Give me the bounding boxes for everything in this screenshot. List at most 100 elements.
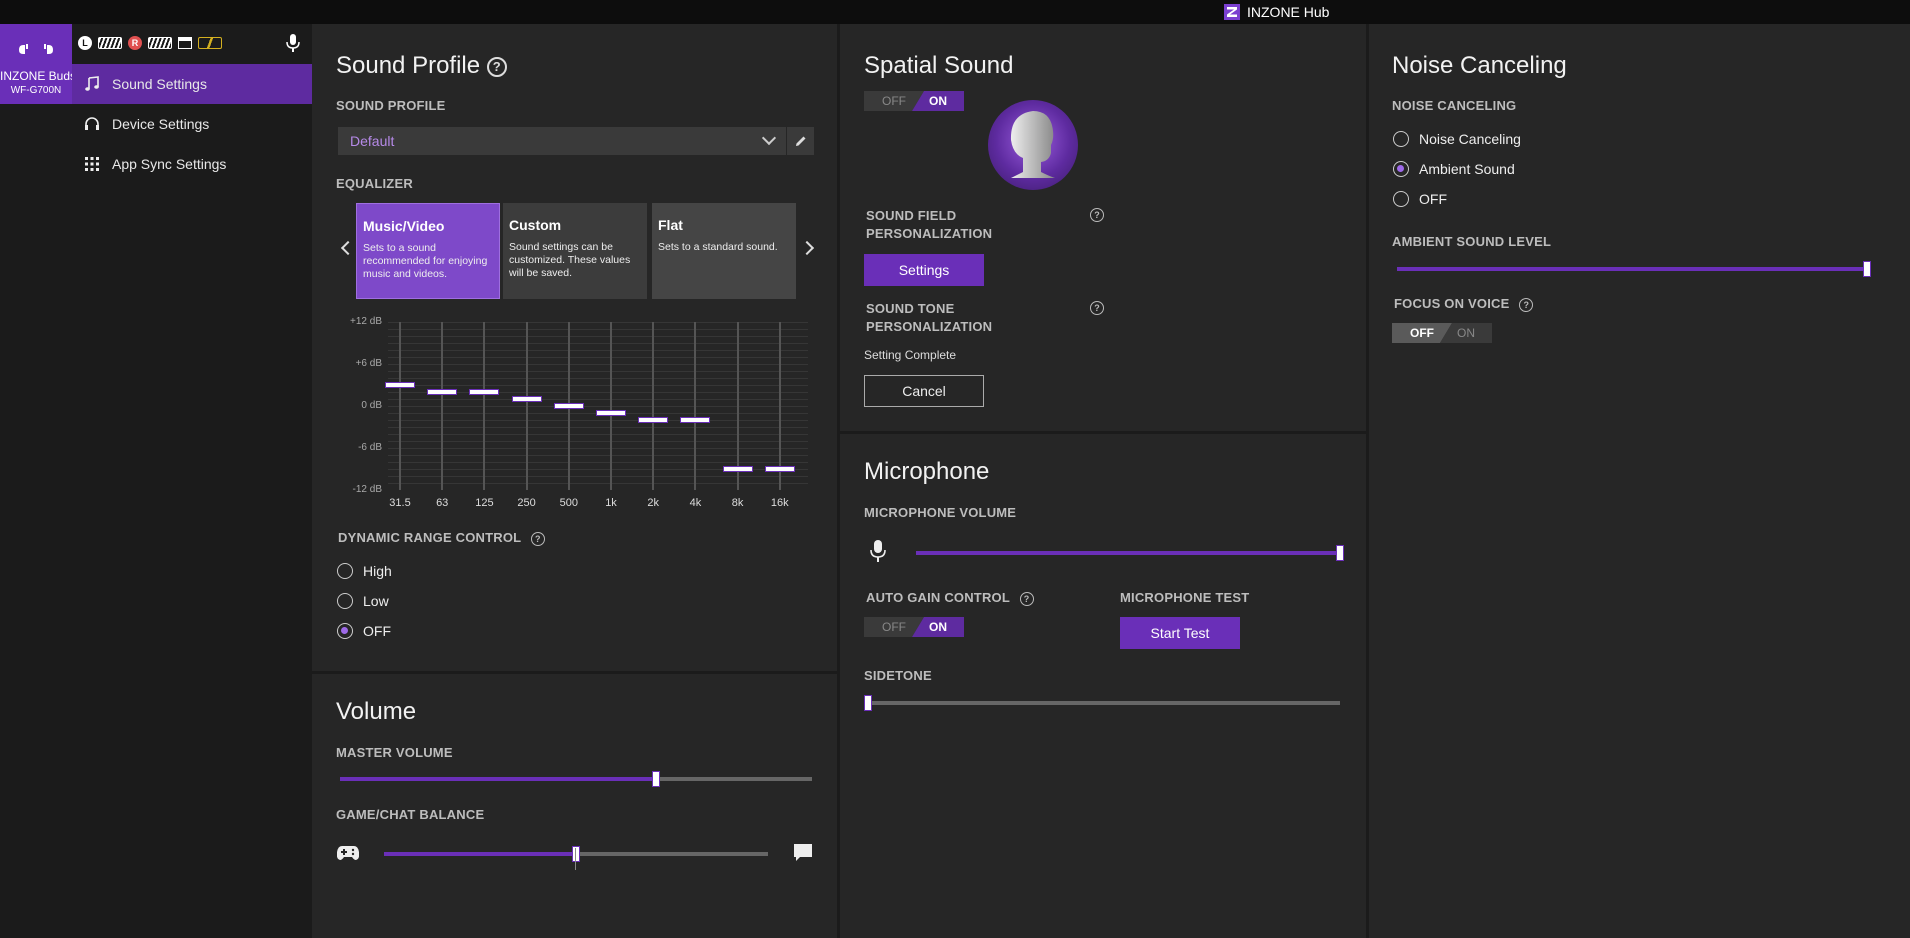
ambient-sound-level-label: AMBIENT SOUND LEVEL	[1392, 234, 1552, 249]
eq-band-thumb[interactable]	[764, 466, 795, 472]
eq-band-track	[441, 322, 444, 490]
sidebar-item-label: Device Settings	[112, 116, 210, 132]
nc-option-noise-canceling[interactable]: Noise Canceling	[1393, 131, 1521, 147]
eq-y-tick: -6 dB	[358, 442, 382, 453]
eq-preset-custom[interactable]: Custom Sound settings can be customized.…	[503, 203, 647, 299]
microphone-status-icon[interactable]	[286, 34, 300, 52]
noise-canceling-title: Noise Canceling	[1392, 52, 1567, 79]
drc-label-text: DYNAMIC RANGE CONTROL	[338, 530, 522, 545]
cancel-button[interactable]: Cancel	[864, 375, 984, 407]
auto-gain-control-label: AUTO GAIN CONTROL ?	[866, 590, 1034, 606]
help-icon[interactable]: ?	[1090, 208, 1104, 222]
start-test-button[interactable]: Start Test	[1120, 617, 1240, 649]
preset-name: Custom	[509, 217, 562, 233]
eq-band-thumb[interactable]	[722, 466, 753, 472]
sound-field-personalization-label: SOUND FIELD PERSONALIZATION	[866, 207, 992, 243]
radio-label: Ambient Sound	[1419, 161, 1515, 177]
eq-band-label: 4k	[689, 497, 702, 509]
eq-band-thumb[interactable]	[469, 389, 500, 395]
sound-profile-title-text: Sound Profile	[336, 52, 481, 79]
agc-label-text: AUTO GAIN CONTROL	[866, 590, 1010, 605]
help-icon[interactable]: ?	[1519, 297, 1534, 312]
label-line-2: PERSONALIZATION	[866, 319, 993, 334]
eq-band-thumb[interactable]	[385, 382, 415, 388]
eq-preset-flat[interactable]: Flat Sets to a standard sound.	[652, 203, 796, 299]
nc-option-off[interactable]: OFF	[1393, 191, 1447, 207]
eq-band-thumb[interactable]	[511, 396, 542, 402]
eq-y-tick: +12 dB	[350, 316, 382, 327]
eq-band-label: 1k	[605, 497, 617, 509]
device-model: WF-G700N	[10, 85, 62, 96]
microphone-volume-slider[interactable]	[916, 545, 1344, 561]
eq-band-thumb[interactable]	[427, 389, 458, 395]
preset-name: Flat	[658, 217, 683, 233]
settings-button[interactable]: Settings	[864, 254, 984, 286]
eq-band-track	[652, 322, 655, 490]
radio-label: Low	[363, 593, 389, 609]
drc-option-high[interactable]: High	[337, 563, 392, 579]
eq-band-thumb[interactable]	[680, 417, 711, 423]
help-icon[interactable]: ?	[1090, 301, 1104, 315]
auto-gain-control-toggle[interactable]: OFF ON	[864, 617, 964, 637]
radio-label: OFF	[1419, 191, 1447, 207]
sound-profile-dropdown[interactable]: Default	[338, 127, 786, 155]
slider-thumb[interactable]	[652, 771, 661, 787]
noise-canceling-label: NOISE CANCELING	[1392, 98, 1517, 113]
sidebar-item-sound-settings[interactable]: Sound Settings	[72, 64, 312, 104]
microphone-volume-label: MICROPHONE VOLUME	[864, 505, 1017, 520]
sidetone-slider[interactable]	[864, 695, 1340, 711]
volume-title: Volume	[336, 698, 417, 725]
spatial-sound-title: Spatial Sound	[864, 52, 1014, 79]
drc-option-off[interactable]: OFF	[337, 623, 391, 639]
eq-preset-music-video[interactable]: Music/Video Sets to a sound recommended …	[356, 203, 500, 299]
sidetone-label: SIDETONE	[864, 668, 932, 683]
app-title-text: INZONE Hub	[1247, 4, 1330, 20]
equalizer-label: EQUALIZER	[336, 176, 413, 191]
sidebar-nav: Sound Settings Device Settings App Sync …	[72, 64, 312, 184]
sidebar-item-app-sync-settings[interactable]: App Sync Settings	[72, 144, 312, 184]
status-row: L R	[78, 33, 222, 53]
music-note-icon	[84, 76, 100, 92]
radio-ring	[337, 593, 353, 609]
help-icon[interactable]: ?	[530, 531, 545, 546]
eq-band-thumb[interactable]	[553, 403, 584, 409]
ambient-sound-level-slider[interactable]	[1397, 261, 1871, 277]
edit-profile-button[interactable]	[787, 127, 814, 155]
head-silhouette-icon	[1010, 111, 1055, 178]
device-name: INZONE Buds	[0, 69, 77, 83]
game-chat-balance-slider[interactable]	[384, 846, 768, 862]
equalizer-chart: +12 dB +6 dB 0 dB -6 dB -12 dB 31.5 63 125 250 50…	[348, 316, 808, 509]
focus-on-voice-toggle[interactable]: OFF ON	[1392, 323, 1492, 343]
chevron-down-icon	[761, 130, 777, 146]
eq-band-thumb[interactable]	[596, 410, 626, 416]
eq-band-track	[483, 322, 486, 490]
sound-tone-personalization-label: SOUND TONE PERSONALIZATION	[866, 300, 992, 336]
slider-fill	[1397, 267, 1867, 271]
drc-option-low[interactable]: Low	[337, 593, 389, 609]
headphones-icon	[84, 116, 100, 132]
slider-thumb[interactable]	[1863, 261, 1871, 277]
focus-label-text: FOCUS ON VOICE	[1394, 296, 1510, 311]
preset-name: Music/Video	[363, 218, 445, 234]
battery-left-icon	[98, 37, 122, 49]
label-line-1: SOUND FIELD	[866, 208, 957, 223]
eq-band-track	[694, 322, 697, 490]
help-icon[interactable]: ?	[1019, 591, 1034, 606]
help-icon[interactable]: ?	[486, 56, 507, 77]
device-tile[interactable]: INZONE Buds WF-G700N	[0, 24, 77, 104]
eq-y-tick: +6 dB	[355, 358, 382, 369]
microphone-icon	[870, 540, 886, 562]
clock-icon: L	[78, 36, 92, 50]
nc-option-ambient-sound[interactable]: Ambient Sound	[1393, 161, 1515, 177]
radio-label: Noise Canceling	[1419, 131, 1521, 147]
sidebar-item-device-settings[interactable]: Device Settings	[72, 104, 312, 144]
slider-thumb[interactable]	[864, 695, 872, 711]
eq-band-label: 16k	[770, 497, 789, 509]
spatial-sound-toggle[interactable]: OFF ON	[864, 91, 964, 111]
slider-thumb[interactable]	[1336, 545, 1344, 561]
master-volume-slider[interactable]	[340, 771, 812, 787]
eq-band-thumb[interactable]	[638, 417, 669, 423]
battery-right-icon	[148, 37, 172, 49]
chat-bubble-icon	[794, 844, 812, 861]
slider-thumb[interactable]	[572, 846, 580, 862]
